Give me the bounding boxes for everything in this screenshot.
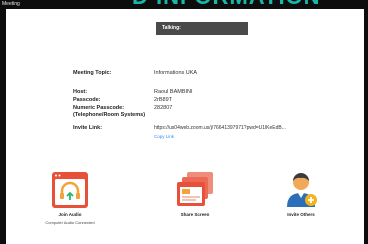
share-screen-icon [177, 172, 213, 206]
numeric-passcode-label: Numeric Passcode: [73, 105, 125, 111]
join-audio-button[interactable]: Join Audio Computer Audio Connected [40, 171, 100, 225]
invite-person-icon [287, 173, 317, 207]
invite-link-label: Invite Link: [73, 125, 103, 131]
copy-link-button[interactable]: Copy Link [154, 134, 174, 139]
talking-indicator: Talking: [156, 22, 248, 35]
background-banner: D INFORMATION [132, 0, 321, 8]
meeting-topic-label: Meeting Topic: [73, 70, 112, 76]
audio-status-text: Computer Audio Connected [45, 220, 95, 225]
share-screen-label: Share Screen [180, 212, 210, 217]
numeric-passcode-sublabel: (Telephone/Room Systems) [73, 112, 146, 118]
headphones-icon [52, 172, 88, 208]
meeting-info-panel: Talking: Meeting Topic: Informations UKA… [6, 9, 364, 244]
invite-link-value: https://us04web.zoom.us/j/76641397971?pw… [154, 125, 286, 131]
window-border-right [364, 9, 368, 244]
numeric-passcode-value: 282807 [154, 105, 173, 111]
host-value: Raoul BAMBINI [154, 89, 193, 95]
invite-others-label: Invite Others [287, 212, 315, 217]
host-label: Host: [73, 89, 88, 95]
join-audio-label: Join Audio [58, 212, 82, 217]
passcode-label: Passcode: [73, 97, 101, 103]
share-screen-button[interactable]: Share Screen [165, 171, 225, 217]
passcode-value: 2rB89T [154, 97, 173, 103]
invite-others-button[interactable]: Invite Others [271, 171, 331, 217]
meeting-topic-value: Informations UKA [154, 70, 198, 76]
window-title: Meeting [2, 1, 20, 7]
